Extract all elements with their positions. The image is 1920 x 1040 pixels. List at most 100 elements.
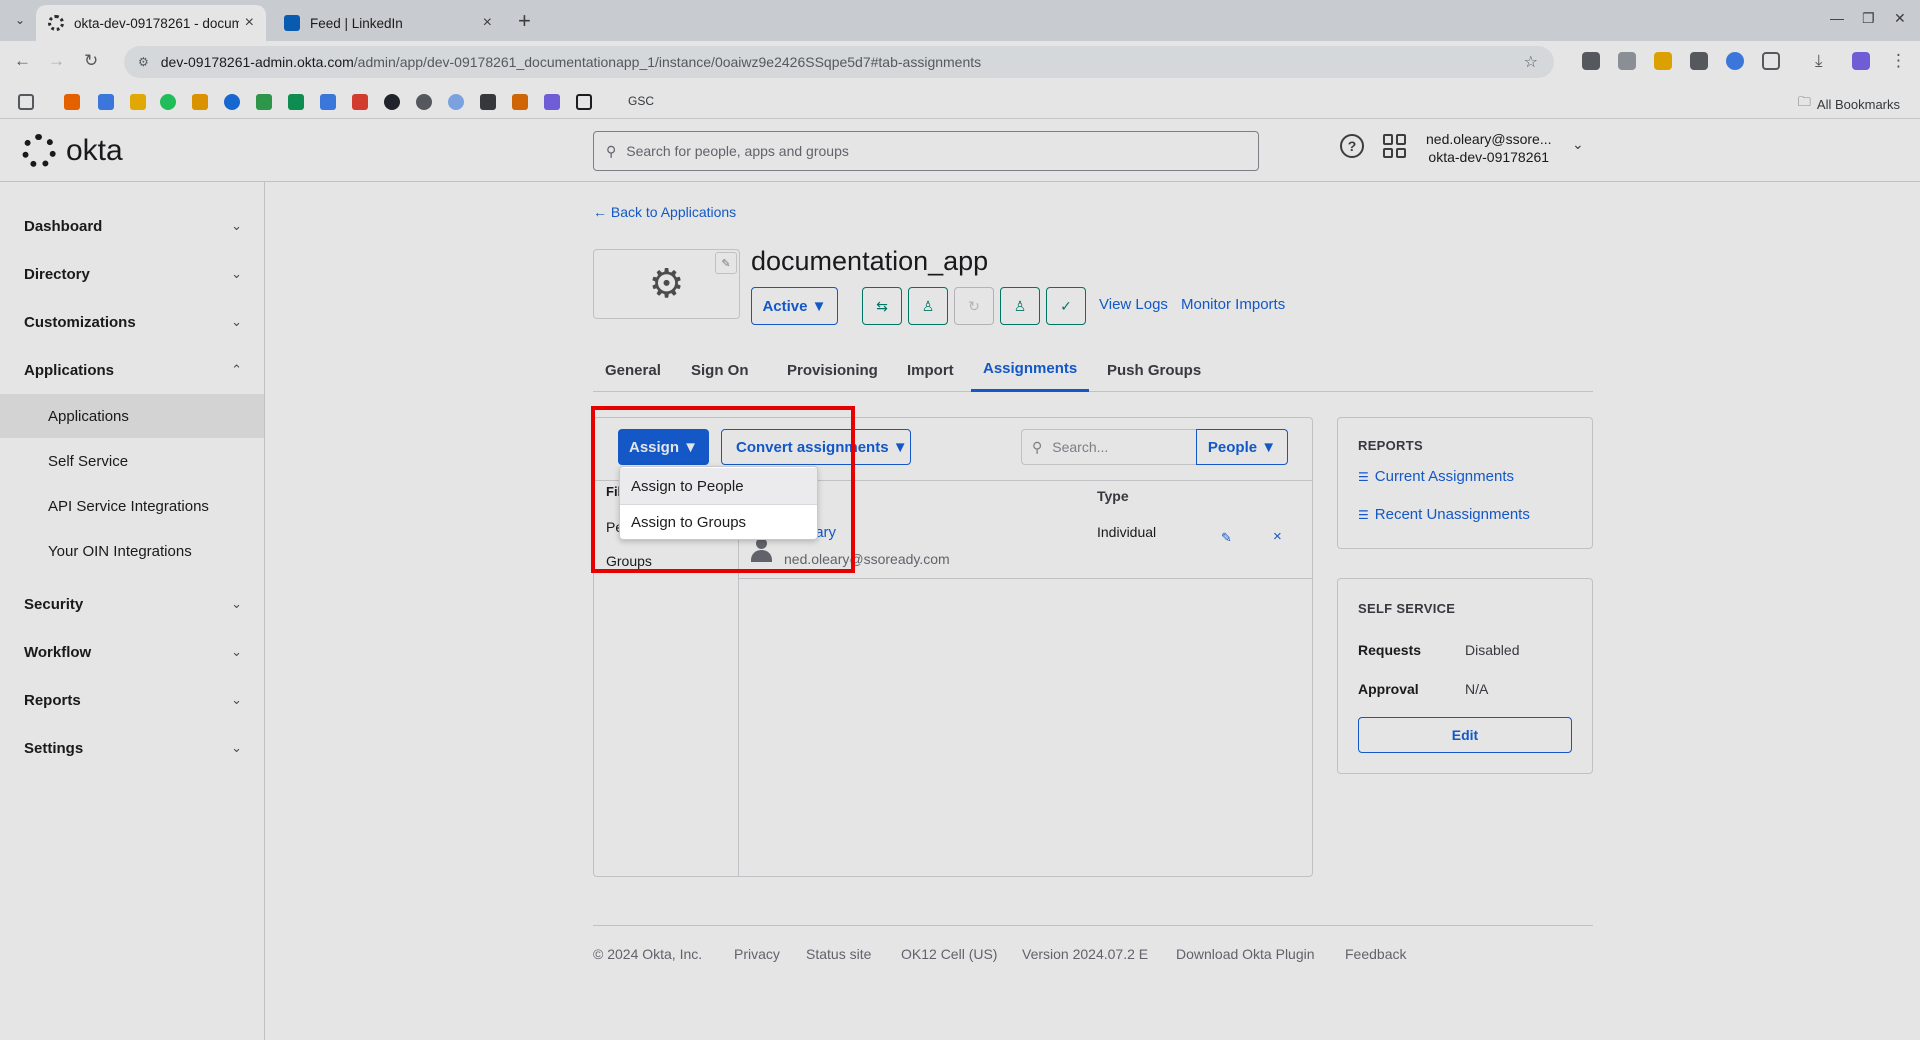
sheets-bookmark-icon[interactable] [288,94,304,110]
privacy-link[interactable]: Privacy [734,946,780,962]
browser-tab-linkedin[interactable]: Feed | LinkedIn × [272,5,504,41]
monitor-imports-link[interactable]: Monitor Imports [1181,296,1285,313]
forward-arrow-icon[interactable]: → [48,51,65,71]
tab-provisioning[interactable]: Provisioning [775,348,890,392]
convert-assignments-button[interactable]: Convert assignments ▼ [721,429,911,465]
sidebar-item-directory[interactable]: Directory ⌄ [0,252,264,296]
new-tab-icon[interactable]: + [518,8,531,34]
people-filter-dropdown[interactable]: People ▼ [1196,429,1288,465]
url-input[interactable]: ⚙ dev-09178261-admin.okta.com/admin/app/… [124,46,1554,78]
bookmark-icon[interactable] [160,94,176,110]
bookmark-icon[interactable] [192,94,208,110]
apps-grid-icon[interactable] [18,94,34,110]
bookmark-icon[interactable] [64,94,80,110]
bookmark-icon[interactable] [98,94,114,110]
tab-sign-on[interactable]: Sign On [679,348,761,392]
sidebar-item-settings[interactable]: Settings ⌄ [0,726,264,770]
bookmark-icon[interactable] [512,94,528,110]
close-tab-icon[interactable]: × [245,14,254,32]
assign-to-people-menu-item[interactable]: Assign to People [620,468,817,504]
url-path: /admin/app/dev-09178261_documentationapp… [353,54,982,70]
bookmark-icon[interactable] [448,94,464,110]
filter-groups[interactable]: Groups [606,553,652,569]
back-to-applications-link[interactable]: ← Back to Applications [593,204,736,220]
puzzle-extensions-icon[interactable] [1762,52,1780,70]
search-icon: ⚲ [1032,438,1043,455]
push-profile-icon[interactable]: ⇆ [862,287,902,325]
import-user-icon[interactable]: ♙ [1000,287,1040,325]
sidebar-item-security[interactable]: Security ⌄ [0,582,264,626]
download-plugin-link[interactable]: Download Okta Plugin [1176,946,1315,962]
sidebar-subitem-label: Applications [48,407,129,425]
edit-logo-pencil-icon[interactable]: ✎ [715,252,737,274]
tab-assignments[interactable]: Assignments [971,348,1090,392]
site-info-icon[interactable]: ⚙ [138,55,149,69]
tab-import[interactable]: Import [895,348,966,392]
self-service-edit-button[interactable]: Edit [1358,717,1572,753]
view-logs-link[interactable]: View Logs [1099,296,1168,313]
app-status-dropdown[interactable]: Active ▼ [751,287,838,325]
recent-unassignments-link[interactable]: ☰ Recent Unassignments [1358,506,1530,523]
close-window-icon[interactable]: ✕ [1894,10,1906,27]
extension-icon[interactable] [1582,52,1600,70]
sidebar-item-reports[interactable]: Reports ⌄ [0,678,264,722]
profile-icon[interactable] [1852,52,1870,70]
version-info: Version 2024.07.2 E [1022,946,1149,962]
edit-pencil-icon[interactable]: ✎ [1221,530,1232,546]
assign-to-groups-menu-item[interactable]: Assign to Groups [620,504,817,540]
sidebar-item-customizations[interactable]: Customizations ⌄ [0,300,264,344]
sidebar-subitem-api-service-integrations[interactable]: API Service Integrations [0,484,264,528]
assignments-search-input[interactable]: ⚲ Search... [1021,429,1197,465]
cell-info: OK12 Cell (US) [901,946,998,962]
url-host: dev-09178261-admin.okta.com [160,54,354,70]
bookmark-icon[interactable] [416,94,432,110]
sidebar-item-applications[interactable]: Applications ⌃ [0,348,264,392]
menu-kebab-icon[interactable]: ⋮ [1890,51,1907,71]
feedback-link[interactable]: Feedback [1345,946,1406,962]
bookmark-star-icon[interactable]: ☆ [1524,52,1538,72]
app-switcher-grid-icon[interactable] [1383,134,1407,158]
bookmark-icon[interactable] [544,94,560,110]
sidebar-item-workflow[interactable]: Workflow ⌄ [0,630,264,674]
global-search-input[interactable]: ⚲ Search for people, apps and groups [593,131,1259,171]
tab-general[interactable]: General [593,348,673,392]
current-assignments-link[interactable]: ☰ Current Assignments [1358,468,1514,485]
remove-x-icon[interactable]: × [1273,528,1282,545]
sidebar-subitem-self-service[interactable]: Self Service [0,439,264,483]
push-user-icon[interactable]: ♙ [908,287,948,325]
minimize-icon[interactable]: — [1830,10,1844,26]
sidebar-subitem-applications[interactable]: Applications [0,394,264,438]
browser-tab-okta[interactable]: okta-dev-09178261 - documentat × [36,5,266,41]
sidebar-subitem-oin-integrations[interactable]: Your OIN Integrations [0,529,264,573]
extension-icon[interactable] [1690,52,1708,70]
help-icon[interactable]: ? [1340,134,1364,158]
status-site-link[interactable]: Status site [806,946,871,962]
close-tab-icon[interactable]: × [483,14,492,32]
sidebar-item-dashboard[interactable]: Dashboard ⌄ [0,204,264,248]
gsc-bookmark[interactable]: GSC [628,94,654,108]
notion-bookmark-icon[interactable] [576,94,592,110]
extension-icon[interactable] [1726,52,1744,70]
download-icon[interactable]: ⤓ [1815,51,1823,71]
docs-bookmark-icon[interactable] [320,94,336,110]
assign-button[interactable]: Assign ▼ [618,429,709,465]
tab-push-groups[interactable]: Push Groups [1095,348,1213,392]
okta-logo[interactable]: okta [22,134,123,168]
bookmark-icon[interactable] [480,94,496,110]
bookmark-icon[interactable] [224,94,240,110]
extension-icon[interactable] [1618,52,1636,70]
bookmark-icon[interactable] [130,94,146,110]
extension-icon[interactable] [1654,52,1672,70]
drive-bookmark-icon[interactable] [256,94,272,110]
back-arrow-icon[interactable]: ← [14,51,31,71]
gmail-bookmark-icon[interactable] [352,94,368,110]
user-check-icon[interactable]: ✓ [1046,287,1086,325]
all-bookmarks[interactable]: 🗀 All Bookmarks [1798,93,1900,115]
reload-icon[interactable]: ↻ [84,51,98,71]
github-bookmark-icon[interactable] [384,94,400,110]
chevron-down-icon[interactable]: ⌄ [1572,136,1584,153]
restore-icon[interactable]: ❐ [1862,10,1875,27]
tab-search-chevron-icon[interactable]: ⌄ [10,10,30,30]
sidebar-subitem-label: API Service Integrations [48,497,209,515]
user-menu[interactable]: ned.oleary@ssore... okta-dev-09178261 [1426,130,1552,166]
